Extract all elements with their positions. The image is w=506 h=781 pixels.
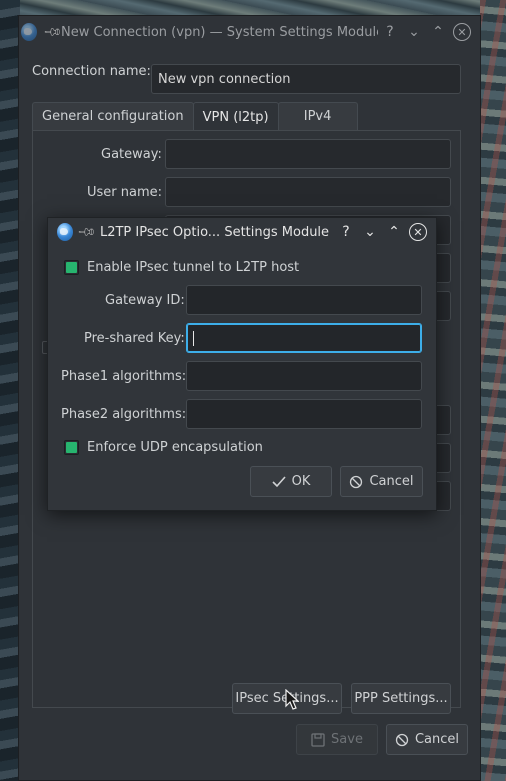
- tab-bar: General configuration VPN (l2tp) IPv4: [32, 102, 358, 131]
- enforce-udp-label: Enforce UDP encapsulation: [87, 440, 263, 455]
- enforce-udp-row[interactable]: Enforce UDP encapsulation: [64, 440, 263, 455]
- gateway-label: Gateway:: [101, 147, 162, 162]
- tab-general-configuration[interactable]: General configuration: [32, 102, 194, 130]
- checkbox-check: [66, 442, 77, 453]
- close-icon: ✕: [453, 23, 471, 41]
- main-titlebar: 📌︎ New Connection (vpn) — System Setting…: [19, 16, 480, 48]
- enable-ipsec-checkbox[interactable]: [64, 260, 79, 275]
- gateway-id-input[interactable]: [186, 285, 422, 315]
- save-icon: [311, 732, 325, 747]
- chevron-down-icon[interactable]: ⌄: [402, 20, 426, 44]
- help-icon[interactable]: ?: [334, 220, 358, 244]
- tab-vpn-l2tp[interactable]: VPN (l2tp): [192, 102, 279, 131]
- ok-label: OK: [291, 474, 311, 489]
- enable-ipsec-label: Enable IPsec tunnel to L2TP host: [87, 260, 300, 275]
- cancel-button[interactable]: Cancel: [386, 724, 468, 755]
- connection-name-row: Connection name: New vpn connection: [32, 64, 461, 94]
- mouse-pointer-icon: [285, 689, 299, 710]
- help-icon[interactable]: ?: [378, 20, 402, 44]
- chevron-down-icon[interactable]: ⌄: [358, 220, 382, 244]
- desktop-background-left: [0, 0, 20, 781]
- phase1-algorithms-input[interactable]: [186, 361, 422, 391]
- save-label: Save: [331, 732, 363, 747]
- tab-label: General configuration: [42, 109, 184, 124]
- tab-label: IPv4: [303, 109, 332, 124]
- phase2-algorithms-input[interactable]: [186, 399, 422, 429]
- enable-ipsec-row[interactable]: Enable IPsec tunnel to L2TP host: [64, 260, 299, 275]
- dialog-title: L2TP IPsec Optio... Settings Module: [99, 224, 330, 240]
- cancel-label: Cancel: [414, 732, 460, 747]
- phase1-label: Phase1 algorithms:: [61, 369, 187, 384]
- close-button[interactable]: ✕: [450, 20, 474, 44]
- pre-shared-key-input[interactable]: [186, 323, 422, 353]
- enforce-udp-checkbox[interactable]: [64, 440, 79, 455]
- globe-icon[interactable]: [21, 23, 37, 41]
- phase2-label: Phase2 algorithms:: [61, 407, 187, 422]
- close-button[interactable]: ✕: [406, 220, 430, 244]
- chevron-up-icon[interactable]: ⌃: [382, 220, 406, 244]
- checkmark-icon: [272, 475, 286, 487]
- cancel-icon: [350, 475, 363, 488]
- connection-name-value: New vpn connection: [158, 71, 291, 87]
- text-caret: [193, 330, 194, 346]
- desktop-background-right: [480, 0, 506, 781]
- dialog-titlebar: 📌︎ L2TP IPsec Optio... Settings Module ?…: [48, 218, 436, 246]
- connection-name-label: Connection name:: [32, 64, 151, 79]
- tab-label: VPN (l2tp): [202, 109, 269, 125]
- l2tp-ipsec-options-dialog: 📌︎ L2TP IPsec Optio... Settings Module ?…: [47, 217, 437, 511]
- checkbox-check: [66, 262, 77, 273]
- ok-button[interactable]: OK: [250, 466, 332, 497]
- username-label: User name:: [87, 185, 163, 200]
- close-icon: ✕: [409, 223, 427, 241]
- ppp-settings-label: PPP Settings...: [354, 691, 448, 706]
- dialog-cancel-button[interactable]: Cancel: [340, 466, 423, 497]
- globe-icon[interactable]: [57, 223, 73, 241]
- save-button[interactable]: Save: [296, 724, 378, 755]
- ppp-settings-button[interactable]: PPP Settings...: [351, 683, 451, 714]
- username-input[interactable]: [165, 177, 451, 207]
- main-window-title: New Connection (vpn) — System Settings M…: [61, 24, 378, 40]
- tab-ipv4[interactable]: IPv4: [277, 102, 358, 130]
- chevron-up-icon[interactable]: ⌃: [426, 20, 450, 44]
- gateway-id-label: Gateway ID:: [105, 293, 185, 308]
- connection-name-input[interactable]: New vpn connection: [151, 64, 461, 94]
- cancel-icon: [395, 733, 409, 746]
- gateway-input[interactable]: [165, 139, 451, 169]
- dialog-cancel-label: Cancel: [369, 474, 414, 489]
- psk-label: Pre-shared Key:: [84, 331, 185, 346]
